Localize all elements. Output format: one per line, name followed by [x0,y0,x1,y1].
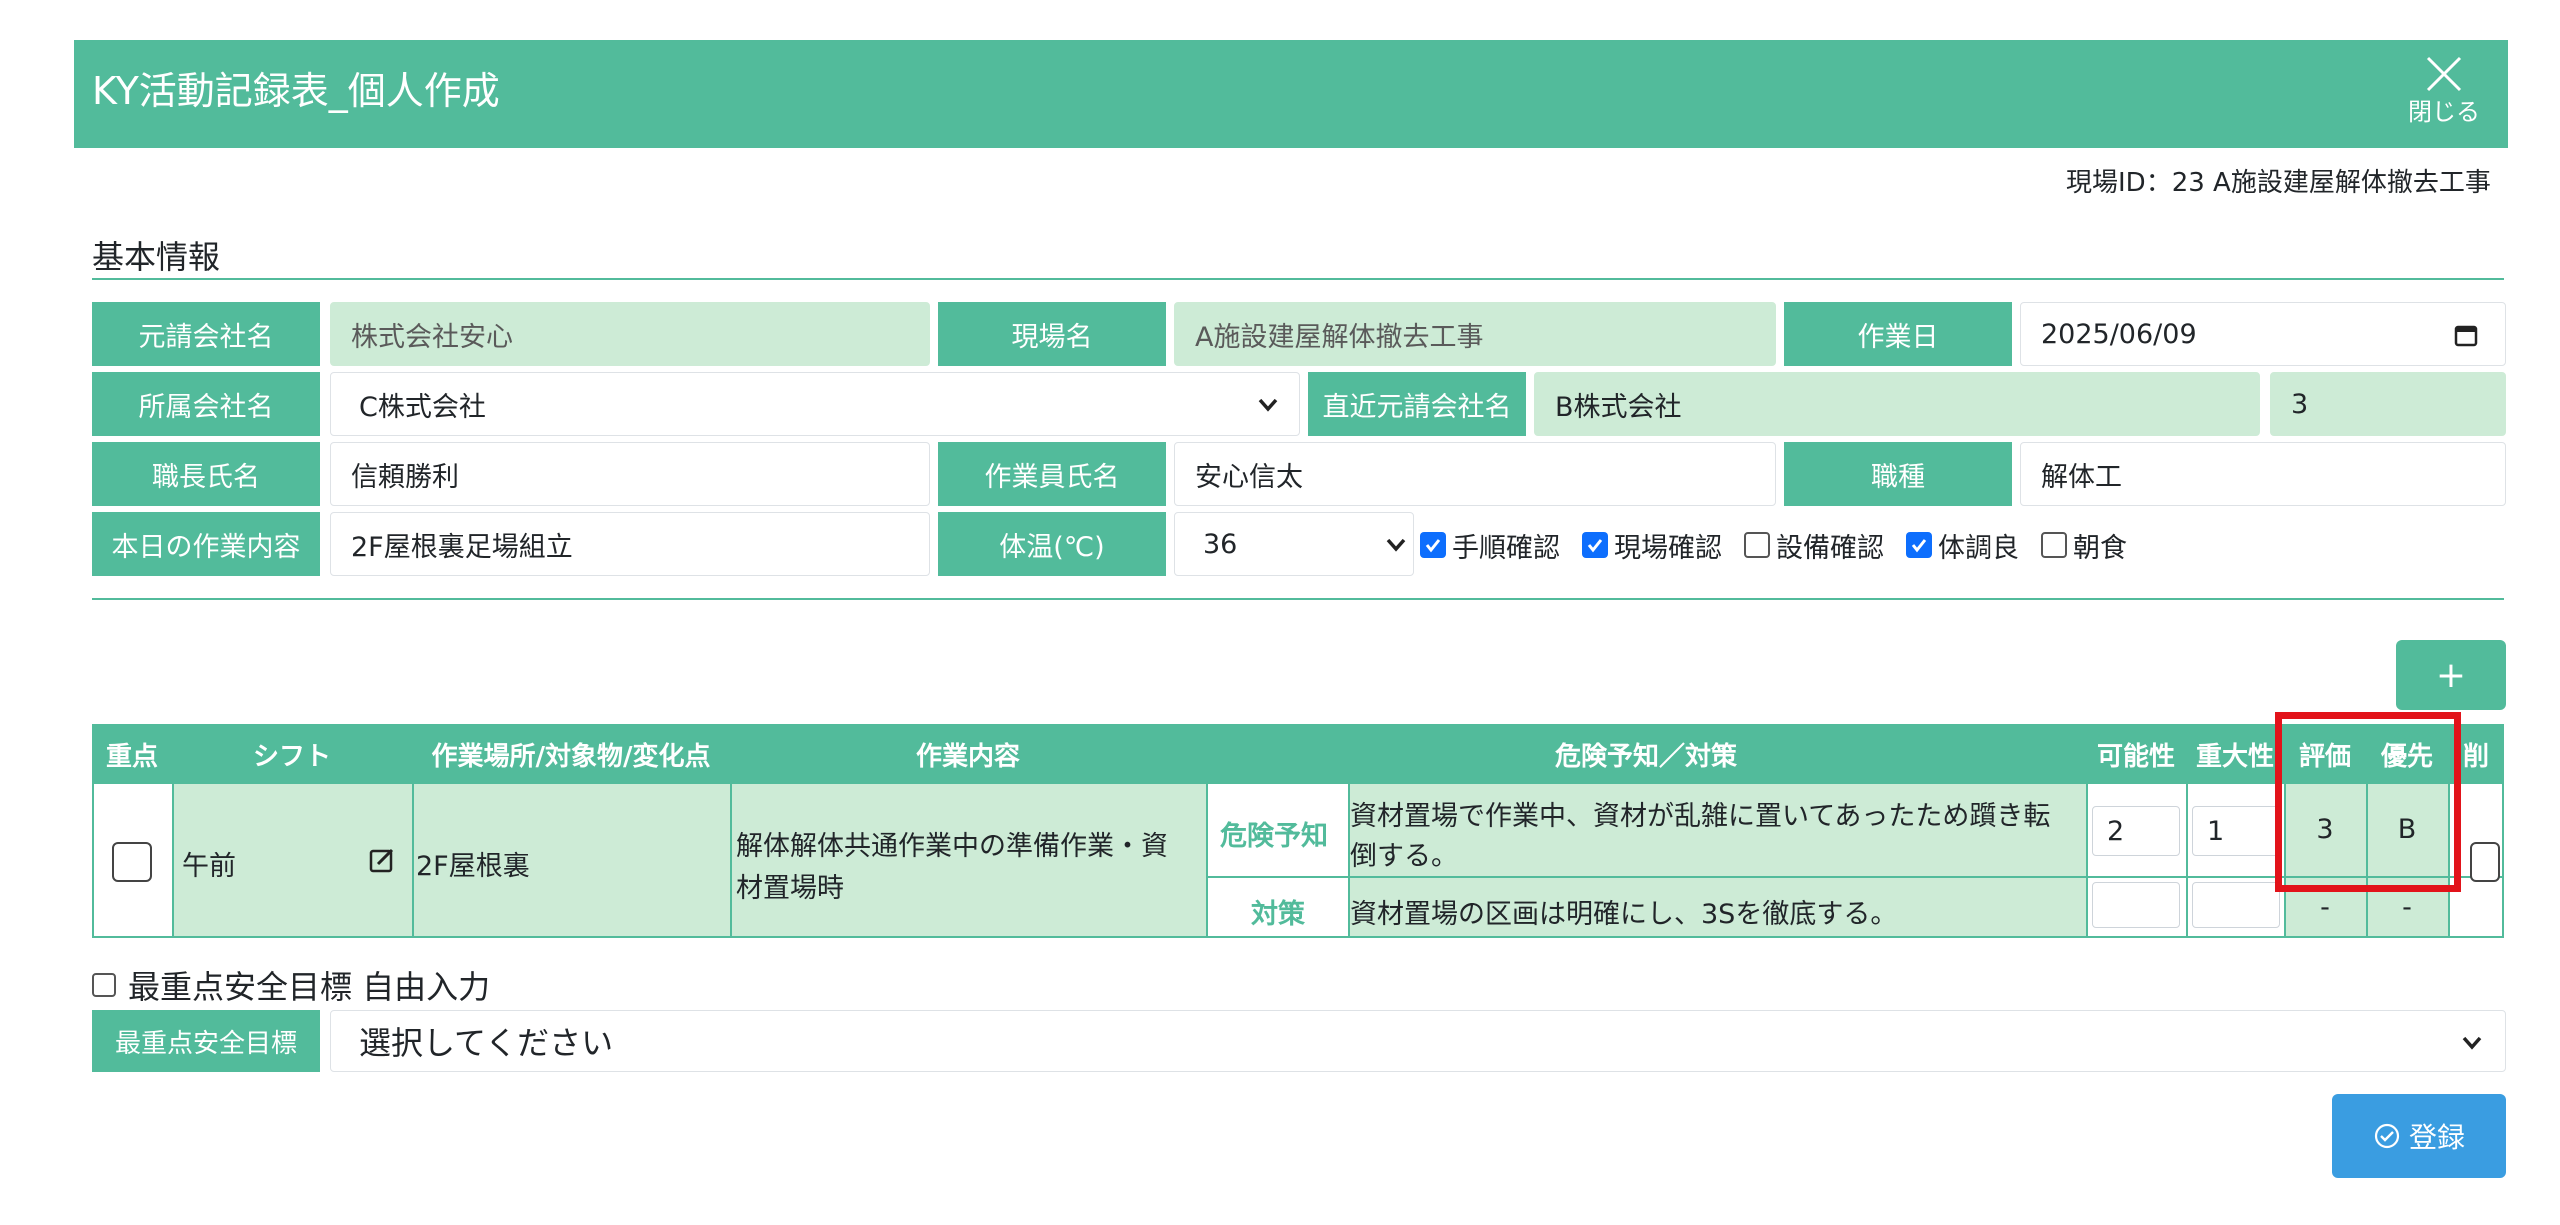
worker-input[interactable]: 安心信太 [1174,442,1776,506]
check-label: 朝食 [2073,532,2127,564]
temperature-value: 36 [1203,528,1238,560]
free-input-toggle[interactable]: 最重点安全目標 自由入力 [92,962,490,1008]
checkbox-unchecked[interactable] [92,973,116,997]
th-likelihood: 可能性 [2086,724,2186,784]
close-icon [2426,56,2462,92]
check-equipment[interactable]: 設備確認 [1744,526,1884,565]
prime-contractor-label: 元請会社名 [92,302,320,366]
work-line2: 材置場時 [736,873,844,904]
work-date-value: 2025/06/09 [2041,318,2197,350]
priority-point-checkbox[interactable] [112,842,152,882]
modal-header: KY活動記録表_個人作成 閉じる [74,40,2508,148]
measure-text: 資材置場の区画は明確にし、3Sを徹底する。 [1350,899,1898,930]
table-border [2502,784,2504,938]
col-sep [2086,784,2088,938]
divider [92,598,2504,600]
measure-likelihood-input[interactable] [2092,882,2180,928]
safety-goal-label: 最重点安全目標 [92,1010,320,1072]
add-row-button[interactable]: + [2396,640,2506,710]
close-button[interactable]: 閉じる [2396,48,2492,140]
trade-label: 職種 [1784,442,2012,506]
hazard-line1: 資材置場で作業中、資材が乱雑に置いてあったため躓き転 [1350,801,2051,832]
hazard-line2: 倒する。 [1350,841,1458,872]
temperature-label: 体温(℃) [938,512,1166,576]
safety-goal-select[interactable]: 選択してください [330,1010,2506,1072]
direct-contractor-extra: 3 [2270,372,2506,436]
health-checks: 手順確認 現場確認 設備確認 体調良 朝食 [1420,520,2149,570]
th-work: 作業内容 [730,724,1206,784]
worker-label: 作業員氏名 [938,442,1166,506]
affiliated-company-label: 所属会社名 [92,372,320,436]
th-shift: シフト [172,724,412,784]
site-name-field: A施設建屋解体撤去工事 [1174,302,1776,366]
calendar-icon[interactable] [2453,322,2479,348]
checkbox-unchecked[interactable] [1744,532,1770,558]
work-line1: 解体解体共通作業中の準備作業・資 [736,831,1168,862]
checkbox-checked[interactable] [1420,532,1446,558]
checkbox-unchecked[interactable] [2041,532,2067,558]
measure-evaluation-value: - [2320,892,2330,923]
th-priority-point: 重点 [92,724,172,784]
table-border [92,784,94,938]
chevron-down-icon [1258,398,1278,412]
free-input-label: 最重点安全目標 自由入力 [128,968,491,1006]
divider [92,278,2504,280]
prime-contractor-field: 株式会社安心 [330,302,930,366]
check-label: 設備確認 [1776,532,1884,564]
th-location: 作業場所/対象物/変化点 [412,724,730,784]
measure-label: 対策 [1251,899,1305,930]
todays-work-label: 本日の作業内容 [92,512,320,576]
work-date-label: 作業日 [1784,302,2012,366]
work-date-input[interactable]: 2025/06/09 [2020,302,2506,366]
trade-input[interactable]: 解体工 [2020,442,2506,506]
check-procedure[interactable]: 手順確認 [1420,526,1560,565]
measure-priority-value: - [2402,892,2412,923]
check-circle-icon [2374,1123,2400,1149]
th-severity: 重大性 [2186,724,2284,784]
table-bottom-border [92,936,2504,938]
checkbox-checked[interactable] [1906,532,1932,558]
register-label: 登録 [2408,1121,2465,1154]
modal-title: KY活動記録表_個人作成 [92,69,500,113]
direct-contractor-label: 直近元請会社名 [1308,372,1526,436]
temperature-select[interactable]: 36 [1174,512,1414,576]
col-sep [2186,784,2188,938]
check-label: 現場確認 [1614,532,1722,564]
chevron-down-icon [1386,538,1406,552]
hazard-label: 危険予知 [1220,821,1328,852]
shift-value: 午前 [182,851,236,882]
check-label: 体調良 [1938,532,2019,564]
site-name-label: 現場名 [938,302,1166,366]
severity-input[interactable]: 1 [2192,806,2280,856]
check-health[interactable]: 体調良 [1906,526,2019,565]
foreman-input[interactable]: 信頼勝利 [330,442,930,506]
checkbox-checked[interactable] [1582,532,1608,558]
location-value: 2F屋根裏 [416,851,530,882]
edit-icon[interactable] [368,846,396,874]
col-sep [412,784,414,938]
affiliated-company-select[interactable]: C株式会社 [330,372,1300,436]
foreman-label: 職長氏名 [92,442,320,506]
register-button[interactable]: 登録 [2332,1094,2506,1178]
delete-checkbox[interactable] [2470,842,2500,882]
site-id-text: 現場ID：23 A施設建屋解体撤去工事 [2066,168,2491,198]
check-breakfast[interactable]: 朝食 [2041,526,2127,565]
safety-goal-placeholder: 選択してください [359,1024,614,1062]
col-sep [730,784,732,938]
direct-contractor-field: B株式会社 [1534,372,2260,436]
close-label: 閉じる [2408,98,2480,126]
highlight-box [2275,712,2461,892]
todays-work-input[interactable]: 2F屋根裏足場組立 [330,512,930,576]
measure-severity-input[interactable] [2192,882,2280,928]
check-label: 手順確認 [1452,532,1560,564]
th-hazard: 危険予知／対策 [1206,724,2086,784]
affiliated-company-value: C株式会社 [359,391,486,423]
likelihood-input[interactable]: 2 [2092,806,2180,856]
col-sep [172,784,174,938]
basic-info-title: 基本情報 [92,238,221,276]
check-site[interactable]: 現場確認 [1582,526,1722,565]
chevron-down-icon [2462,1036,2482,1050]
